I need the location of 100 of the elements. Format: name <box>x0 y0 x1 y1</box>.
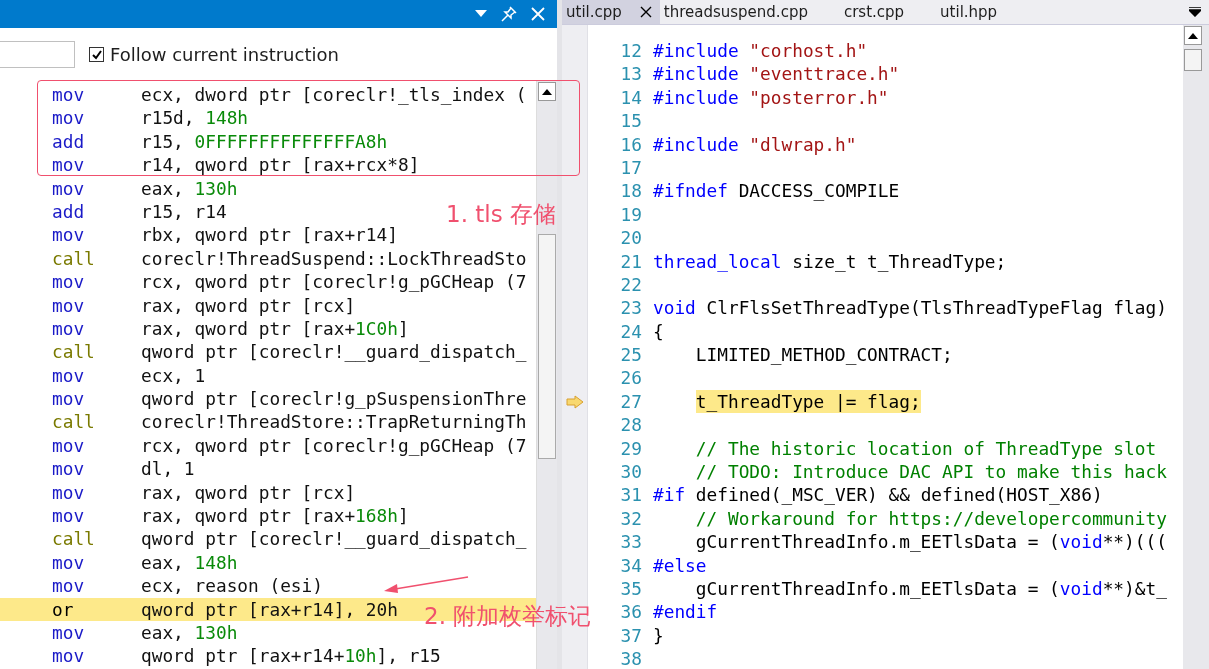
code-line: #else <box>653 553 707 577</box>
line-number: 14 <box>619 85 643 110</box>
operand-text: qword ptr [rax+r14], 20h <box>141 597 398 621</box>
line-number: 32 <box>619 506 643 531</box>
mnemonic: add <box>52 199 86 224</box>
code-line: // TODO: Introduce DAC API to make this hack <box>695 460 1167 484</box>
annotation-label: 1. tls 存储 <box>446 200 556 229</box>
code-line: // The historic location of ThreadType slot <box>695 436 1157 461</box>
scroll-thumb[interactable] <box>538 234 556 459</box>
code-line: #if defined(_MSC_VER) && defined(HOST_X86) <box>653 483 1103 507</box>
mnemonic: mov <box>52 316 86 341</box>
line-number: 34 <box>619 553 643 577</box>
mnemonic: mov <box>52 223 86 247</box>
code-line: #include "corhost.h" <box>653 39 868 63</box>
close-icon[interactable] <box>639 6 652 18</box>
operand-text: rax, qword ptr [rcx] <box>141 293 356 317</box>
line-number: 21 <box>619 249 643 273</box>
operand-text: eax, 148h <box>141 550 238 575</box>
operand-text: rcx, qword ptr [coreclr!g_pGCHeap (7 <box>141 433 527 458</box>
tab-list-dropdown-icon[interactable] <box>1189 7 1201 17</box>
line-number: 16 <box>619 132 643 156</box>
operand-text: dl, 1 <box>141 457 195 481</box>
mnemonic: mov <box>52 644 86 668</box>
up-arrow-icon <box>542 88 552 95</box>
operand-text: qword ptr [rax+r14+10h], r15 <box>141 644 441 668</box>
code-line: LIMITED_METHOD_CONTRACT; <box>695 343 953 367</box>
line-number: 33 <box>619 530 643 554</box>
line-number: 12 <box>619 39 643 63</box>
line-number: 26 <box>619 366 643 390</box>
line-number: 28 <box>619 413 643 437</box>
scrollbar[interactable] <box>1183 25 1203 669</box>
line-number: 29 <box>619 436 643 461</box>
code-line: } <box>653 623 664 648</box>
line-number: 18 <box>619 179 643 203</box>
mnemonic: mov <box>52 433 86 458</box>
line-number: 23 <box>619 296 643 320</box>
line-number: 38 <box>619 647 643 669</box>
operand-text: r15d, 148h <box>141 106 249 130</box>
mnemonic: mov <box>52 153 86 177</box>
operand-text: r15, 0FFFFFFFFFFFFFFA8h <box>141 129 388 154</box>
address-field[interactable] <box>0 41 75 68</box>
dropdown-icon[interactable] <box>475 10 487 18</box>
operand-text: ecx, dword ptr [coreclr!_tls_index ( <box>141 83 527 107</box>
scroll-up-button[interactable] <box>538 82 556 101</box>
line-number: 15 <box>619 109 643 133</box>
line-number: 22 <box>619 272 643 297</box>
scroll-up-button[interactable] <box>1184 26 1202 45</box>
mnemonic: call <box>52 340 96 364</box>
operand-text: rcx, qword ptr [coreclr!g_pGCHeap (7 <box>141 270 527 294</box>
file-tab[interactable]: crst.cpp <box>839 0 913 24</box>
code-line: #include "posterror.h" <box>653 85 889 110</box>
mnemonic: mov <box>52 387 86 411</box>
code-line: #include "dlwrap.h" <box>653 132 857 156</box>
file-tab[interactable]: util.cpp <box>562 0 660 24</box>
file-tab[interactable]: threadsuspend.cpp <box>659 0 816 24</box>
mnemonic: mov <box>52 176 86 200</box>
line-number: 31 <box>619 483 643 507</box>
line-number: 25 <box>619 343 643 367</box>
mnemonic: mov <box>52 270 86 294</box>
pin-icon[interactable] <box>501 6 517 22</box>
operand-text: ecx, 1 <box>141 363 206 388</box>
mnemonic: or <box>52 597 75 621</box>
mnemonic: mov <box>52 480 86 505</box>
mnemonic: mov <box>52 293 86 317</box>
operand-text: r15, r14 <box>141 199 227 224</box>
operand-text: rax, qword ptr [rcx] <box>141 480 356 505</box>
operand-text: qword ptr [coreclr!__guard_dispatch_ <box>141 527 527 551</box>
operand-text: rax, qword ptr [rax+1C0h] <box>141 316 409 341</box>
scroll-thumb[interactable] <box>1184 49 1202 71</box>
mnemonic: mov <box>52 457 86 481</box>
line-number: 35 <box>619 577 643 601</box>
checkbox[interactable] <box>89 47 104 62</box>
operand-text: qword ptr [coreclr!g_pSuspensionThre <box>141 387 527 411</box>
code-line: gCurrentThreadInfo.m_EETlsData = (void**)&t_ <box>695 577 1167 601</box>
mnemonic: mov <box>52 83 86 107</box>
checkbox-label[interactable]: Follow current instruction <box>110 44 339 65</box>
mnemonic: mov <box>52 621 86 645</box>
operand-text: rax, qword ptr [rax+168h] <box>141 504 409 528</box>
mnemonic: call <box>52 410 96 434</box>
mnemonic: mov <box>52 550 86 575</box>
code-line: // Workaround for https://developercommunity <box>695 506 1167 531</box>
line-number: 13 <box>619 62 643 86</box>
line-number: 37 <box>619 623 643 648</box>
code-line: thread_local size_t t_ThreadType; <box>653 249 1007 273</box>
line-number: 36 <box>619 600 643 624</box>
code-line: void ClrFlsSetThreadType(TlsThreadTypeFlag flag) <box>653 296 1167 320</box>
mnemonic: mov <box>52 504 86 528</box>
code-line: #include "eventtrace.h" <box>653 62 900 86</box>
current-statement-arrow-icon <box>565 394 584 409</box>
operand-text: r14, qword ptr [rax+rcx*8] <box>141 153 420 177</box>
operand-text: qword ptr [coreclr!__guard_dispatch_ <box>141 340 527 364</box>
operand-text: ecx, reason (esi) <box>141 574 323 598</box>
line-number: 27 <box>619 389 643 414</box>
code-line: { <box>653 319 664 344</box>
mnemonic: call <box>52 246 96 271</box>
mnemonic: mov <box>52 574 86 598</box>
line-number: 19 <box>619 202 643 227</box>
mnemonic: add <box>52 129 86 154</box>
file-tab[interactable]: util.hpp <box>936 0 1006 24</box>
up-arrow-icon <box>1188 32 1198 39</box>
